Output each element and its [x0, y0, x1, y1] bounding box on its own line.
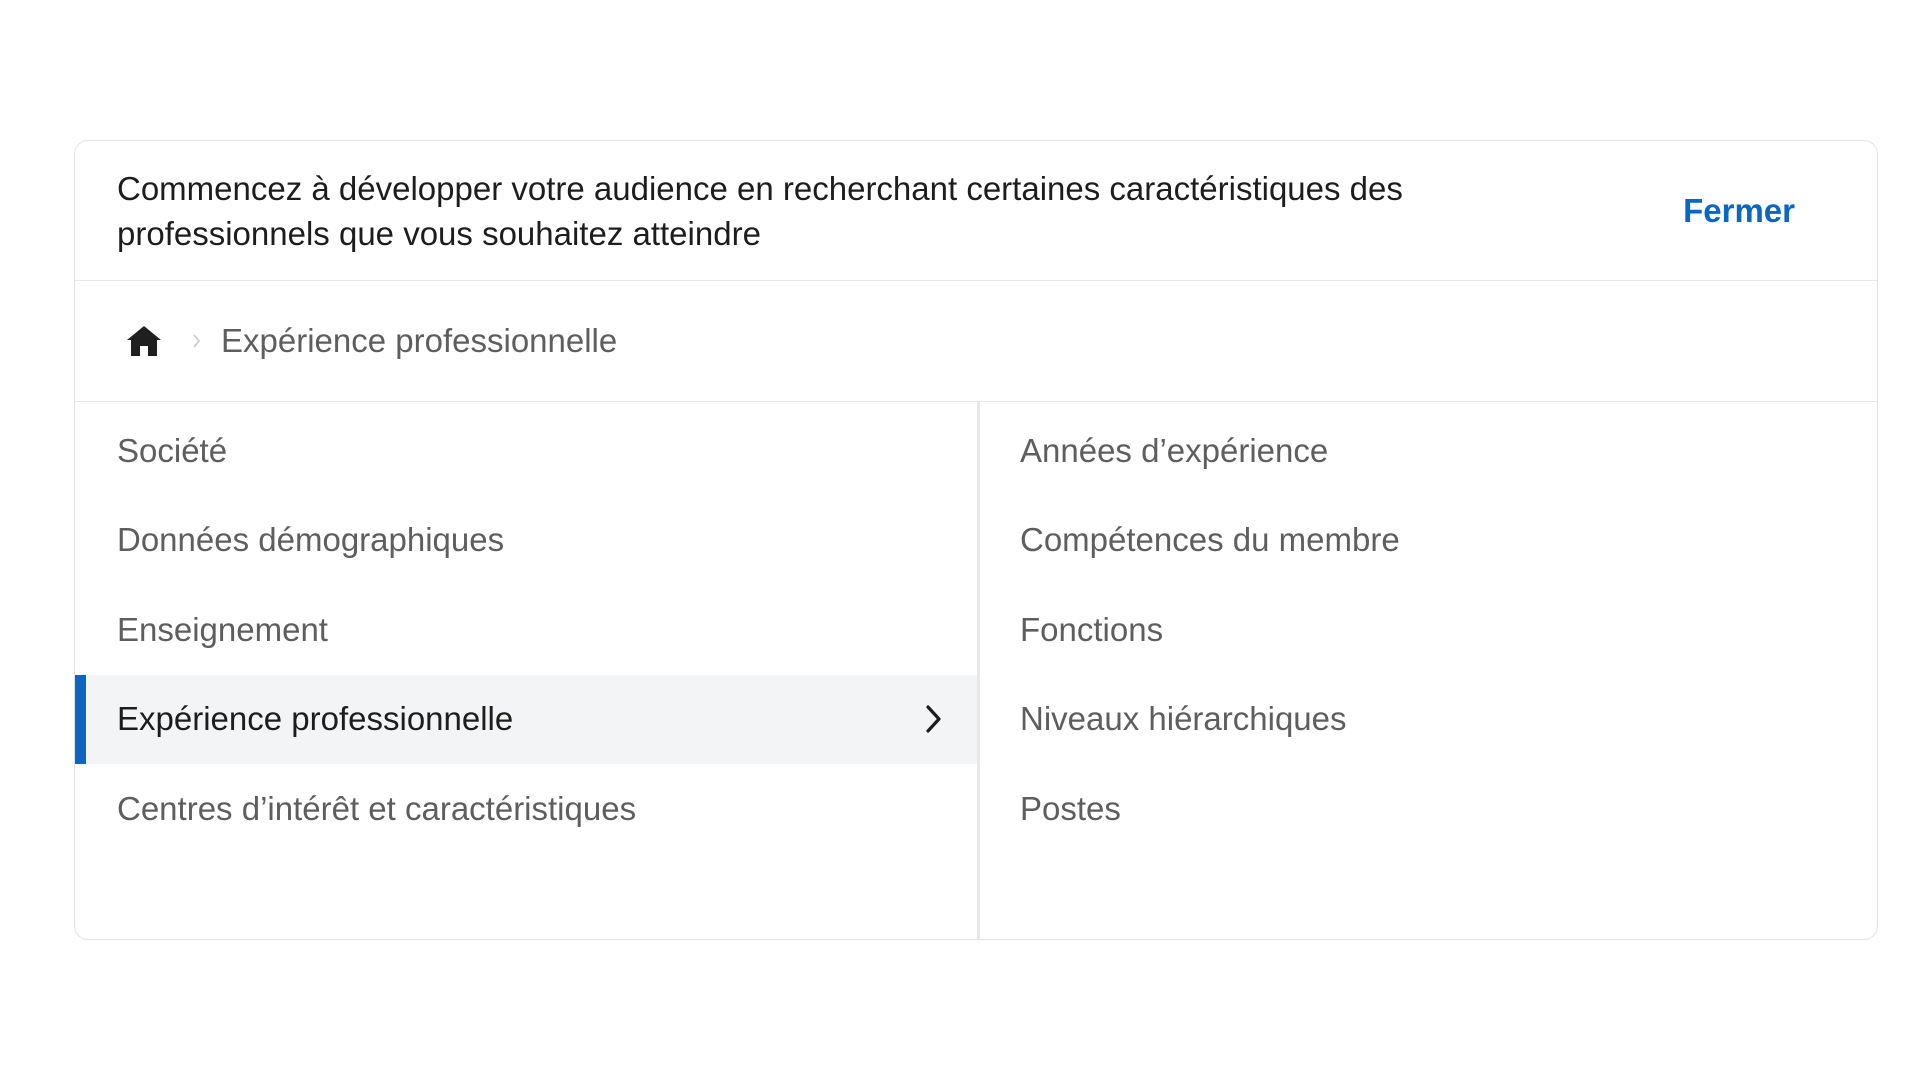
- subcategory-label: Postes: [1020, 789, 1121, 827]
- category-label: Société: [117, 431, 228, 469]
- panel-description: Commencez à développer votre audience en…: [117, 169, 1403, 252]
- subcategory-item-niveaux-hierarchiques[interactable]: Niveaux hiérarchiques: [980, 675, 1877, 765]
- category-label: Données démographiques: [117, 521, 505, 559]
- category-item-experience-professionnelle[interactable]: Expérience professionnelle: [75, 674, 977, 764]
- subcategory-label: Compétences du membre: [1020, 521, 1400, 559]
- category-item-donnees-demographiques[interactable]: Données démographiques: [75, 496, 977, 586]
- home-icon[interactable]: [125, 320, 167, 362]
- category-item-centres-interet[interactable]: Centres d’intérêt et caractéristiques: [75, 764, 977, 854]
- close-button[interactable]: Fermer: [1683, 192, 1795, 230]
- category-label: Centres d’intérêt et caractéristiques: [117, 789, 637, 827]
- subcategory-label: Fonctions: [1020, 610, 1164, 648]
- audience-search-panel: Commencez à développer votre audience en…: [74, 140, 1878, 940]
- chevron-right-icon: [193, 333, 205, 349]
- panel-header: Commencez à développer votre audience en…: [75, 141, 1877, 281]
- category-list: Société Données démographiques Enseignem…: [75, 402, 980, 939]
- category-label: Enseignement: [117, 610, 328, 648]
- breadcrumb-current: Expérience professionnelle: [221, 322, 618, 359]
- category-item-societe[interactable]: Société: [75, 406, 977, 496]
- category-item-enseignement[interactable]: Enseignement: [75, 585, 977, 675]
- subcategory-item-postes[interactable]: Postes: [980, 764, 1877, 854]
- subcategory-item-fonctions[interactable]: Fonctions: [980, 585, 1877, 675]
- category-columns: Société Données démographiques Enseignem…: [75, 402, 1877, 939]
- chevron-right-icon: [925, 702, 947, 736]
- subcategory-label: Années d’expérience: [1020, 431, 1329, 469]
- breadcrumb: Expérience professionnelle: [75, 281, 1877, 402]
- subcategory-item-competences[interactable]: Compétences du membre: [980, 496, 1877, 586]
- subcategory-item-annees-experience[interactable]: Années d’expérience: [980, 406, 1877, 496]
- category-label: Expérience professionnelle: [117, 700, 514, 738]
- subcategory-list: Années d’expérience Compétences du membr…: [980, 402, 1877, 939]
- subcategory-label: Niveaux hiérarchiques: [1020, 700, 1347, 738]
